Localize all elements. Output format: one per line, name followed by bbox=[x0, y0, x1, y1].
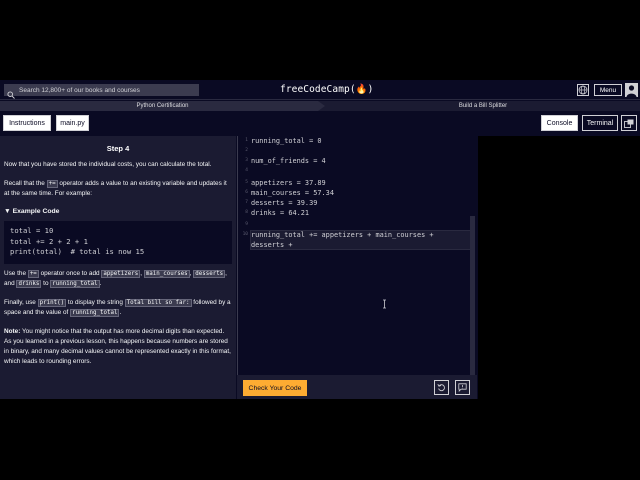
menu-button[interactable]: Menu bbox=[594, 84, 622, 96]
instruction-paragraph-3: Use the += operator once to add appetize… bbox=[4, 269, 232, 289]
app-frame: Search 12,800+ of our books and courses … bbox=[0, 80, 640, 399]
inline-code: drinks bbox=[16, 280, 42, 288]
editor-line[interactable]: 7 desserts = 39.39 bbox=[238, 198, 474, 208]
line-number: 10 bbox=[242, 232, 248, 237]
note-label: Note: bbox=[4, 328, 21, 335]
text: operator once to add bbox=[38, 270, 102, 277]
instruction-paragraph-1: Now that you have stored the individual … bbox=[4, 161, 212, 168]
editor-line[interactable]: desserts + bbox=[238, 240, 474, 250]
text: You might notice that the output has mor… bbox=[4, 328, 231, 365]
check-your-code-button[interactable]: Check Your Code bbox=[243, 380, 307, 396]
text: to display the string bbox=[66, 299, 125, 306]
line-number: 6 bbox=[245, 190, 248, 195]
line-text: main_courses = 57.34 bbox=[251, 189, 334, 197]
editor-line[interactable]: 6 main_courses = 57.34 bbox=[238, 188, 474, 198]
line-number: 4 bbox=[245, 168, 248, 173]
line-text: drinks = 64.21 bbox=[251, 209, 310, 217]
text: Use the bbox=[4, 270, 28, 277]
step-title: Step 4 bbox=[106, 144, 130, 153]
inline-code: print() bbox=[37, 299, 67, 307]
instruction-note: Note: You might notice that the output h… bbox=[4, 327, 232, 367]
inline-code: += bbox=[46, 180, 58, 188]
editor-line[interactable]: 2 bbox=[238, 146, 474, 156]
text: Recall that the bbox=[4, 180, 47, 187]
text: Finally, use bbox=[4, 299, 38, 306]
line-number: 5 bbox=[245, 180, 248, 185]
editor-line[interactable]: 4 bbox=[238, 166, 474, 176]
text: , bbox=[189, 270, 192, 277]
code-text: print(total) # total is now 15 bbox=[10, 247, 145, 256]
text: . bbox=[99, 280, 102, 287]
instructions-pane: Step 4 Now that you have stored the indi… bbox=[0, 136, 236, 399]
search-placeholder: Search 12,800+ of our books and courses bbox=[19, 86, 140, 94]
inline-code: running_total bbox=[50, 280, 100, 288]
editor-line[interactable]: 1 running_total = 0 bbox=[238, 136, 474, 146]
editor-line[interactable]: 10 running_total += appetizers + main_cou… bbox=[238, 230, 474, 240]
line-text: appetizers = 37.89 bbox=[251, 179, 326, 187]
inline-code: running_total bbox=[70, 309, 120, 317]
line-text: desserts = 39.39 bbox=[251, 199, 318, 207]
mouse-cursor-icon bbox=[382, 296, 387, 309]
line-text: num_of_friends = 4 bbox=[251, 157, 326, 165]
editor-line[interactable]: 8 drinks = 64.21 bbox=[238, 208, 474, 218]
language-globe-button[interactable] bbox=[577, 84, 589, 96]
breadcrumb: Python Certification Build a Bill Splitt… bbox=[0, 101, 640, 111]
reset-icon bbox=[437, 383, 445, 392]
line-text: running_total = 0 bbox=[251, 137, 322, 145]
code-line: total += 2 + 2 + 1 bbox=[10, 237, 226, 248]
tab-instructions[interactable]: Instructions bbox=[3, 115, 51, 131]
example-code-toggle[interactable]: ▼ Example Code bbox=[4, 208, 59, 215]
instruction-paragraph-4: Finally, use print() to display the stri… bbox=[4, 298, 232, 318]
line-number: 1 bbox=[245, 138, 248, 143]
window-icon bbox=[624, 119, 634, 128]
line-text: running_total += appetizers + main_cours… bbox=[251, 231, 434, 239]
editor-line[interactable]: 3 num_of_friends = 4 bbox=[238, 156, 474, 166]
tab-terminal[interactable]: Terminal bbox=[582, 115, 618, 131]
breadcrumb-course[interactable]: Python Certification bbox=[0, 101, 325, 111]
brand-logo[interactable]: freeCodeCamp(🔥) bbox=[280, 84, 373, 95]
example-code-block: total = 10 total += 2 + 2 + 1 print(tota… bbox=[4, 221, 232, 264]
help-button[interactable] bbox=[455, 380, 470, 395]
tab-row: Instructions main.py Console Terminal bbox=[0, 112, 640, 134]
line-number: 3 bbox=[245, 158, 248, 163]
inline-code: main_courses bbox=[143, 270, 190, 278]
code-editor[interactable]: 1 running_total = 0 2 3 num_of_friends = 4… bbox=[237, 136, 477, 399]
line-number: 7 bbox=[245, 200, 248, 205]
search-icon bbox=[7, 86, 15, 99]
tab-main-py[interactable]: main.py bbox=[56, 115, 89, 131]
line-number: 8 bbox=[245, 210, 248, 215]
editor-line[interactable]: 5 appetizers = 37.89 bbox=[238, 178, 474, 188]
inline-code: Total bill so far: bbox=[124, 299, 192, 307]
code-text: total += 2 + 2 + 1 bbox=[10, 236, 88, 246]
inline-code: desserts bbox=[193, 270, 226, 278]
console-pane bbox=[478, 136, 640, 399]
line-number: 9 bbox=[245, 222, 248, 227]
instruction-paragraph-2: Recall that the += operator adds a value… bbox=[4, 179, 232, 199]
line-text: desserts + bbox=[251, 241, 297, 249]
help-chat-icon bbox=[458, 383, 467, 392]
editor-action-bar: Check Your Code bbox=[237, 375, 477, 399]
code-line: print(total) # total is now 15 bbox=[10, 247, 226, 258]
code-text: total = 10 bbox=[10, 226, 54, 235]
line-number: 2 bbox=[245, 148, 248, 153]
tab-console[interactable]: Console bbox=[541, 115, 578, 131]
text: to bbox=[41, 280, 51, 287]
code-line: total = 10 bbox=[10, 226, 226, 237]
top-navbar: Search 12,800+ of our books and courses … bbox=[0, 80, 640, 100]
reset-button[interactable] bbox=[434, 380, 449, 395]
globe-icon bbox=[578, 85, 588, 95]
editor-line[interactable]: 9 bbox=[238, 220, 474, 230]
avatar[interactable] bbox=[625, 83, 638, 97]
search-input[interactable]: Search 12,800+ of our books and courses bbox=[4, 84, 199, 99]
inline-code: += bbox=[27, 270, 39, 278]
inline-code: appetizers bbox=[101, 270, 141, 278]
text: . bbox=[119, 309, 122, 316]
preview-toggle-button[interactable] bbox=[621, 115, 637, 131]
breadcrumb-project[interactable]: Build a Bill Splitter bbox=[326, 101, 640, 111]
editor-scrollbar[interactable] bbox=[470, 216, 475, 376]
